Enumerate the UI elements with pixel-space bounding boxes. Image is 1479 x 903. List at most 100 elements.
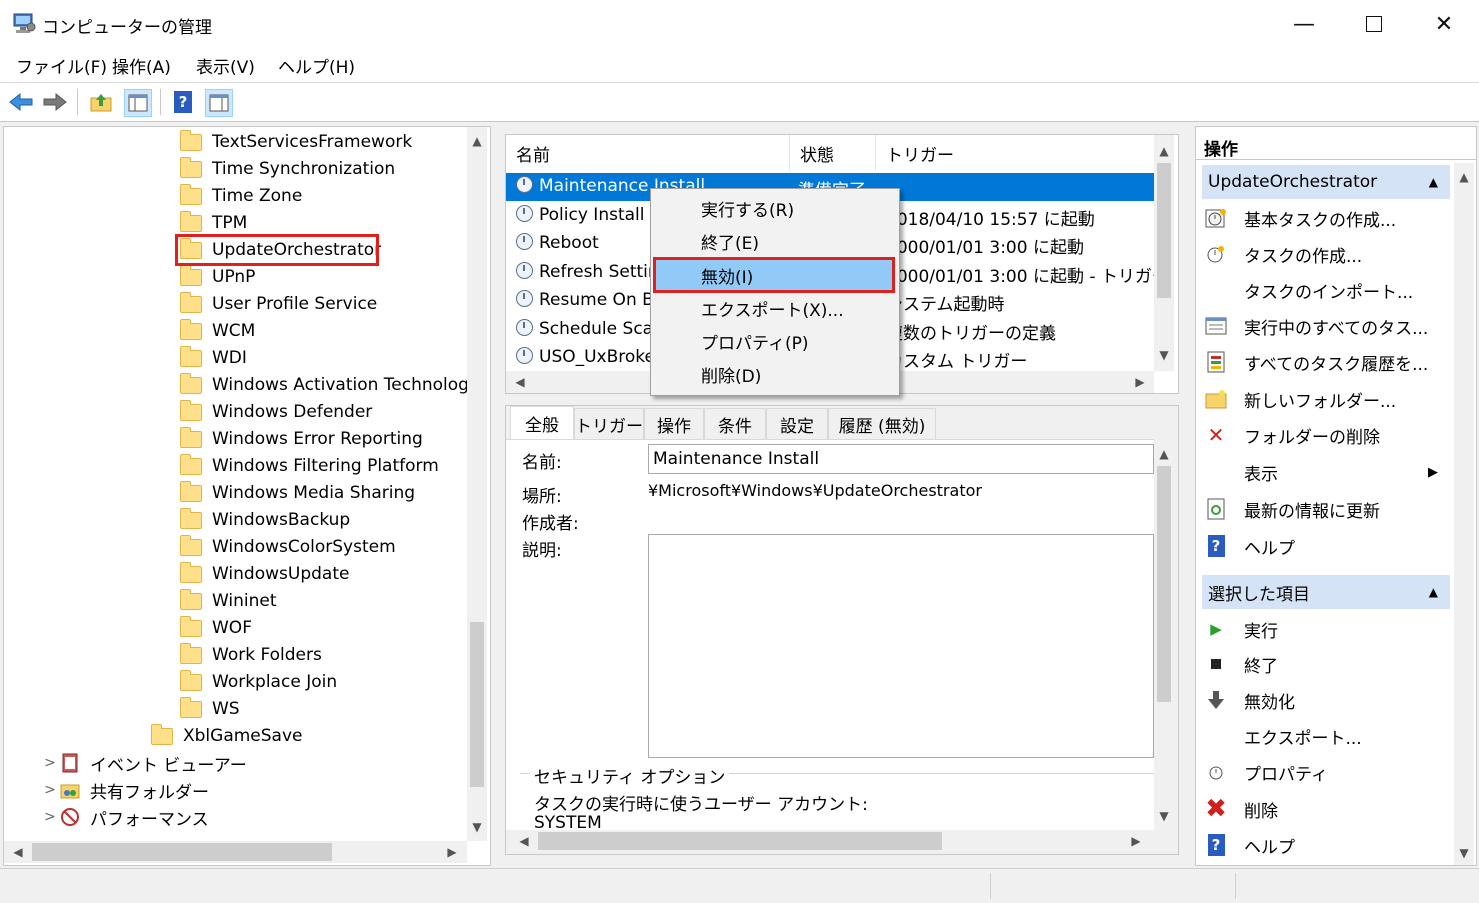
tree-folder[interactable]: Wininet bbox=[180, 588, 277, 614]
show-hide-action-pane-button[interactable] bbox=[205, 89, 233, 117]
context-end[interactable]: 終了(E) bbox=[655, 226, 893, 256]
action-enable-all-task-history[interactable]: すべてのタスク履歴を... bbox=[1204, 344, 1448, 380]
task-list-vertical-scrollbar[interactable]: ▲ ▼ bbox=[1154, 135, 1174, 371]
tree-folder[interactable]: XblGameSave bbox=[151, 723, 303, 749]
action-delete[interactable]: ✖ 削除 bbox=[1204, 791, 1448, 827]
action-run[interactable]: ▶ 実行 bbox=[1204, 611, 1448, 647]
back-button[interactable] bbox=[8, 89, 34, 115]
tab-actions[interactable]: 操作 bbox=[644, 408, 704, 440]
scroll-up-icon[interactable]: ▲ bbox=[467, 131, 487, 151]
action-new-folder[interactable]: 新しいフォルダー... bbox=[1204, 381, 1448, 417]
tree-horizontal-scrollbar[interactable]: ◀ ▶ bbox=[4, 841, 467, 863]
menu-help[interactable]: ヘルプ(H) bbox=[278, 53, 355, 78]
action-properties[interactable]: プロパティ bbox=[1204, 754, 1448, 790]
tab-triggers[interactable]: トリガー bbox=[574, 408, 644, 440]
tree-folder[interactable]: User Profile Service bbox=[180, 291, 377, 317]
tree-vertical-scrollbar[interactable]: ▲ ▼ bbox=[467, 127, 487, 841]
scroll-left-icon[interactable]: ◀ bbox=[514, 831, 534, 851]
scroll-right-icon[interactable]: ▶ bbox=[1126, 831, 1146, 851]
action-create-basic-task[interactable]: 基本タスクの作成... bbox=[1204, 200, 1448, 236]
tree-folder[interactable]: WindowsBackup bbox=[180, 507, 350, 533]
action-display-running-tasks[interactable]: 実行中のすべてのタス... bbox=[1204, 308, 1448, 344]
menu-action[interactable]: 操作(A) bbox=[112, 53, 171, 78]
name-field[interactable]: Maintenance Install bbox=[648, 444, 1154, 474]
actions-vertical-scrollbar[interactable]: ▲ ▼ bbox=[1454, 163, 1474, 865]
tree-folder[interactable]: Time Zone bbox=[180, 183, 302, 209]
scroll-down-icon[interactable]: ▼ bbox=[1454, 843, 1474, 863]
scroll-thumb[interactable] bbox=[1157, 163, 1171, 298]
context-export[interactable]: エクスポート(X)... bbox=[655, 293, 893, 323]
tree-folder[interactable]: TextServicesFramework bbox=[180, 129, 412, 155]
up-folder-button[interactable] bbox=[88, 89, 114, 115]
action-help[interactable]: ? ヘルプ bbox=[1204, 528, 1448, 564]
tree-folder[interactable]: Windows Defender bbox=[180, 399, 372, 425]
actions-group-selected-item[interactable]: 選択した項目 ▲ bbox=[1202, 575, 1450, 609]
help-button[interactable]: ? bbox=[170, 89, 196, 115]
forward-button[interactable] bbox=[42, 89, 68, 115]
tree-node-shared-folders[interactable]: > 共有フォルダー bbox=[40, 777, 209, 803]
action-create-task[interactable]: タスクの作成... bbox=[1204, 236, 1448, 272]
details-vertical-scrollbar[interactable]: ▲ ▼ bbox=[1154, 440, 1174, 832]
tree-folder[interactable]: UPnP bbox=[180, 264, 255, 290]
maximize-button[interactable] bbox=[1339, 0, 1409, 48]
tree-folder[interactable]: Workplace Join bbox=[180, 669, 337, 695]
tree-folder[interactable]: TPM bbox=[180, 210, 247, 236]
context-run[interactable]: 実行する(R) bbox=[655, 193, 893, 223]
actions-group-updateorchestrator[interactable]: UpdateOrchestrator ▲ bbox=[1202, 165, 1450, 199]
scroll-up-icon[interactable]: ▲ bbox=[1454, 167, 1474, 187]
tree-folder[interactable]: Windows Activation Technologi bbox=[180, 372, 474, 398]
details-horizontal-scrollbar[interactable]: ◀ ▶ bbox=[506, 830, 1154, 852]
tree-folder[interactable]: WindowsColorSystem bbox=[180, 534, 396, 560]
scroll-right-icon[interactable]: ▶ bbox=[1130, 372, 1150, 392]
tree-folder[interactable]: Windows Filtering Platform bbox=[180, 453, 439, 479]
tree-folder[interactable]: WCM bbox=[180, 318, 255, 344]
tree-folder[interactable]: Windows Media Sharing bbox=[180, 480, 415, 506]
show-hide-console-tree-button[interactable] bbox=[124, 89, 152, 117]
tree-folder[interactable]: WOF bbox=[180, 615, 252, 641]
scroll-thumb[interactable] bbox=[1157, 466, 1171, 702]
scroll-left-icon[interactable]: ◀ bbox=[8, 842, 28, 862]
collapse-up-icon[interactable]: ▲ bbox=[1429, 585, 1438, 599]
column-header-trigger[interactable]: トリガー bbox=[876, 135, 1154, 171]
scroll-up-icon[interactable]: ▲ bbox=[1154, 444, 1174, 464]
chevron-right-icon[interactable]: > bbox=[40, 809, 60, 825]
scroll-right-icon[interactable]: ▶ bbox=[442, 842, 462, 862]
chevron-right-icon[interactable]: > bbox=[40, 755, 60, 771]
description-field[interactable] bbox=[648, 534, 1154, 758]
scroll-thumb[interactable] bbox=[32, 843, 332, 861]
action-help-selected[interactable]: ? ヘルプ bbox=[1204, 827, 1448, 863]
tree-folder[interactable]: WDI bbox=[180, 345, 247, 371]
scroll-thumb[interactable] bbox=[538, 832, 942, 850]
action-refresh[interactable]: 最新の情報に更新 bbox=[1204, 491, 1448, 527]
action-disable[interactable]: 無効化 bbox=[1204, 682, 1448, 718]
tree-node-event-viewer[interactable]: > イベント ビューアー bbox=[40, 750, 247, 776]
menu-file[interactable]: ファイル(F) bbox=[16, 53, 107, 78]
scroll-down-icon[interactable]: ▼ bbox=[1154, 345, 1174, 365]
scroll-down-icon[interactable]: ▼ bbox=[467, 817, 487, 837]
scroll-down-icon[interactable]: ▼ bbox=[1154, 806, 1174, 826]
column-header-name[interactable]: 名前 bbox=[506, 135, 790, 171]
action-export[interactable]: エクスポート... bbox=[1204, 718, 1448, 754]
scroll-up-icon[interactable]: ▲ bbox=[1154, 141, 1174, 161]
scroll-left-icon[interactable]: ◀ bbox=[510, 372, 530, 392]
tree-folder[interactable]: WS bbox=[180, 696, 240, 722]
close-button[interactable]: ✕ bbox=[1409, 0, 1479, 48]
context-properties[interactable]: プロパティ(P) bbox=[655, 326, 893, 356]
collapse-up-icon[interactable]: ▲ bbox=[1429, 175, 1438, 189]
action-import-task[interactable]: タスクのインポート... bbox=[1204, 272, 1448, 308]
action-end[interactable]: 終了 bbox=[1204, 646, 1448, 682]
tree-folder[interactable]: Windows Error Reporting bbox=[180, 426, 423, 452]
tab-settings[interactable]: 設定 bbox=[766, 408, 828, 440]
tab-conditions[interactable]: 条件 bbox=[704, 408, 766, 440]
chevron-right-icon[interactable]: > bbox=[40, 782, 60, 798]
context-delete[interactable]: 削除(D) bbox=[655, 359, 893, 389]
tree-folder[interactable]: Time Synchronization bbox=[180, 156, 395, 182]
column-header-status[interactable]: 状態 bbox=[790, 135, 876, 171]
action-delete-folder[interactable]: ✕ フォルダーの削除 bbox=[1204, 417, 1448, 453]
tree-folder[interactable]: WindowsUpdate bbox=[180, 561, 349, 587]
tab-general[interactable]: 全般 bbox=[510, 406, 574, 440]
tree-folder[interactable]: Work Folders bbox=[180, 642, 322, 668]
action-view[interactable]: 表示 ▶ bbox=[1204, 454, 1448, 490]
tree-node-performance[interactable]: > パフォーマンス bbox=[40, 804, 209, 830]
scroll-thumb[interactable] bbox=[470, 622, 484, 787]
